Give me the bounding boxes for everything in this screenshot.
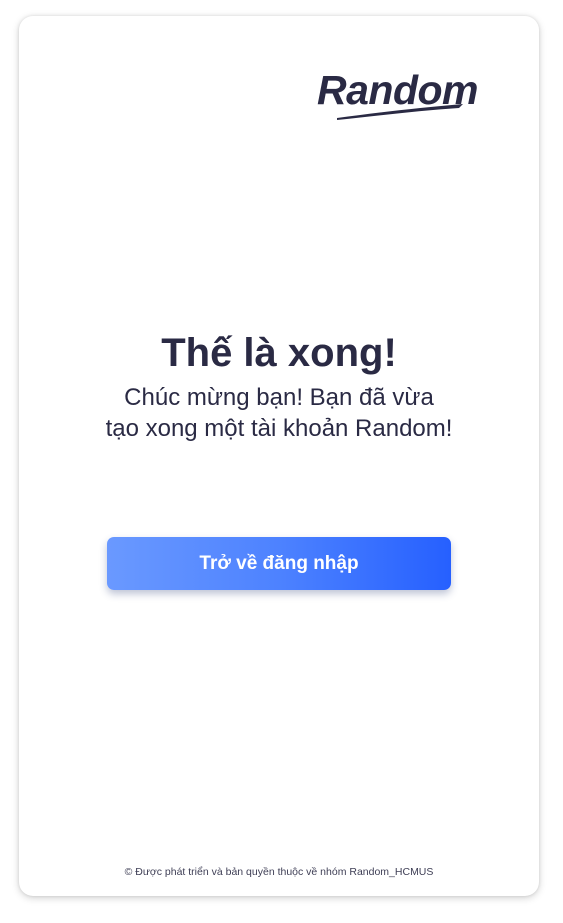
- random-logo: Random: [315, 66, 485, 122]
- success-message-line-2: tạo xong một tài khoản Random!: [105, 415, 453, 442]
- success-message: Chúc mừng bạn! Bạn đã vừa tạo xong một t…: [19, 382, 539, 444]
- logo-swoosh-icon: [337, 104, 463, 120]
- back-to-login-button[interactable]: Trở về đăng nhập: [107, 537, 451, 590]
- success-card: Random Thế là xong! Chúc mừng bạn! Bạn đ…: [19, 16, 539, 896]
- success-message-line-1: Chúc mừng bạn! Bạn đã vừa: [124, 384, 434, 411]
- success-headline: Thế là xong!: [161, 331, 397, 375]
- footer-copyright: © Được phát triển và bản quyền thuộc về …: [124, 866, 434, 878]
